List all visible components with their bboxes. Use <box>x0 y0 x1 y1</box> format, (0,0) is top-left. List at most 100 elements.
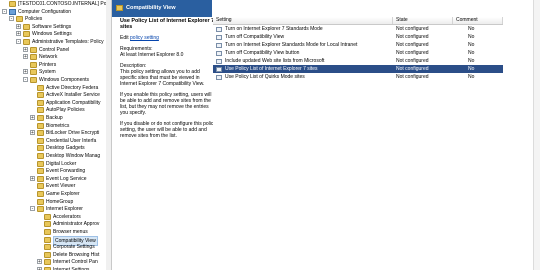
folder-icon <box>37 122 44 129</box>
setting-comment: No <box>468 34 475 40</box>
setting-setting: Turn off Compatibility View <box>225 34 285 40</box>
disable-text: If you disable or do not configure this … <box>120 121 216 139</box>
policy-setting-icon <box>216 75 222 80</box>
setting-comment: No <box>468 66 475 72</box>
folder-icon <box>44 236 51 243</box>
folder-icon <box>23 39 30 45</box>
window-edge <box>533 0 540 270</box>
policy-setting-icon <box>216 67 222 72</box>
setting-state: Not configured <box>396 26 429 32</box>
folder-icon <box>37 206 44 213</box>
folder-icon <box>30 69 37 76</box>
expand-icon[interactable]: + <box>30 175 35 181</box>
setting-setting: Turn off Compatibility View button <box>225 50 300 56</box>
setting-state: Not configured <box>396 74 429 80</box>
folder-icon <box>116 5 123 11</box>
folder-icon <box>44 221 51 228</box>
setting-state: Not configured <box>396 42 429 48</box>
setting-setting: Use Policy List of Internet Explorer 7 s… <box>225 66 318 72</box>
navigation-tree: [TESTDC01.CONTOSO.INTERNAL] Policy - Compu… <box>0 0 112 270</box>
collapse-icon[interactable]: - <box>30 206 35 212</box>
collapse-icon[interactable]: - <box>2 8 7 14</box>
list-header: Setting State Comment <box>213 17 503 25</box>
setting-comment: No <box>468 58 475 64</box>
folder-icon <box>37 183 44 190</box>
setting-row[interactable]: Use Policy List of Quirks Mode sites Not … <box>213 73 503 81</box>
policy-title: Use Policy List of Internet Explorer 7 s… <box>120 18 215 30</box>
setting-setting: Turn on Internet Explorer 7 Standards Mo… <box>225 26 323 32</box>
folder-icon <box>37 84 44 91</box>
folder-icon <box>16 16 23 23</box>
setting-setting: Include updated Web site lists from Micr… <box>225 58 325 64</box>
computer-icon <box>9 8 16 15</box>
expand-icon[interactable]: + <box>30 115 35 121</box>
pane-title: Compatibility View <box>126 5 176 11</box>
folder-icon <box>37 130 44 137</box>
setting-comment: No <box>468 50 475 56</box>
folder-icon <box>37 191 44 197</box>
setting-row[interactable]: Include updated Web site lists from Micr… <box>213 57 503 65</box>
policy-setting-icon <box>216 51 222 56</box>
folder-icon <box>44 244 51 251</box>
folder-icon <box>37 198 44 205</box>
tree-item-label: Internet Settings <box>53 267 90 270</box>
requirements: Requirements: At least Internet Explorer… <box>120 46 216 58</box>
folder-icon <box>30 61 37 68</box>
policy-setting-icon <box>216 35 222 40</box>
collapse-icon[interactable]: - <box>23 77 28 83</box>
requirements-text: At least Internet Explorer 8.0 <box>120 52 184 58</box>
folder-icon <box>37 115 44 121</box>
policy-setting-icon <box>216 43 222 48</box>
folder-icon <box>44 229 51 235</box>
collapse-icon[interactable]: - <box>16 39 21 45</box>
expand-icon[interactable]: + <box>23 69 28 75</box>
column-header-setting[interactable]: Setting <box>213 17 393 24</box>
folder-icon <box>37 145 44 152</box>
folder-icon <box>37 175 44 182</box>
settings-list: Setting State Comment Turn on Internet E… <box>213 17 533 270</box>
edit-label: Edit <box>120 35 129 41</box>
folder-icon <box>37 153 44 159</box>
setting-row[interactable]: Turn off Compatibility View Not configure… <box>213 33 503 41</box>
policy-description: Use Policy List of Internet Explorer 7 s… <box>120 18 216 144</box>
collapse-icon[interactable]: - <box>9 16 14 22</box>
pane-header: Compatibility View <box>112 0 212 17</box>
setting-comment: No <box>468 74 475 80</box>
folder-icon <box>23 23 30 30</box>
folder-icon <box>44 213 51 220</box>
enable-text: If you enable this policy setting, users… <box>120 92 212 116</box>
setting-state: Not configured <box>396 34 429 40</box>
edit-policy-link[interactable]: policy setting <box>130 35 159 41</box>
folder-icon <box>30 46 37 53</box>
setting-row[interactable]: Turn off Compatibility View button Not co… <box>213 49 503 57</box>
tree-scrollbar[interactable] <box>106 0 111 270</box>
expand-icon[interactable]: + <box>16 31 21 37</box>
folder-icon <box>37 92 44 99</box>
top-strip <box>213 0 540 17</box>
edit-line: Edit policy setting <box>120 35 216 41</box>
expand-icon[interactable]: + <box>16 23 21 29</box>
folder-icon <box>30 77 37 83</box>
setting-row[interactable]: Turn on Internet Explorer Standards Mode… <box>213 41 503 49</box>
setting-setting: Use Policy List of Quirks Mode sites <box>225 74 305 80</box>
expand-icon[interactable]: + <box>23 54 28 60</box>
setting-state: Not configured <box>396 58 429 64</box>
policy-setting-icon <box>216 59 222 64</box>
folder-icon <box>44 259 51 266</box>
setting-row[interactable]: Use Policy List of Internet Explorer 7 s… <box>213 65 503 73</box>
folder-icon <box>44 251 51 258</box>
setting-setting: Turn on Internet Explorer Standards Mode… <box>225 42 358 48</box>
folder-icon <box>37 168 44 175</box>
policy-setting-icon <box>216 27 222 32</box>
expand-icon[interactable]: + <box>37 259 42 265</box>
expand-icon[interactable]: + <box>30 130 35 136</box>
column-header-state[interactable]: State <box>393 17 453 24</box>
folder-icon <box>37 137 44 144</box>
setting-row[interactable]: Turn on Internet Explorer 7 Standards Mo… <box>213 25 503 33</box>
expand-icon[interactable]: + <box>23 46 28 52</box>
description-text: This policy setting allows you to add sp… <box>120 69 205 87</box>
folder-icon <box>30 54 37 61</box>
setting-state: Not configured <box>396 50 429 56</box>
folder-icon <box>37 160 44 167</box>
column-header-comment[interactable]: Comment <box>453 17 503 24</box>
